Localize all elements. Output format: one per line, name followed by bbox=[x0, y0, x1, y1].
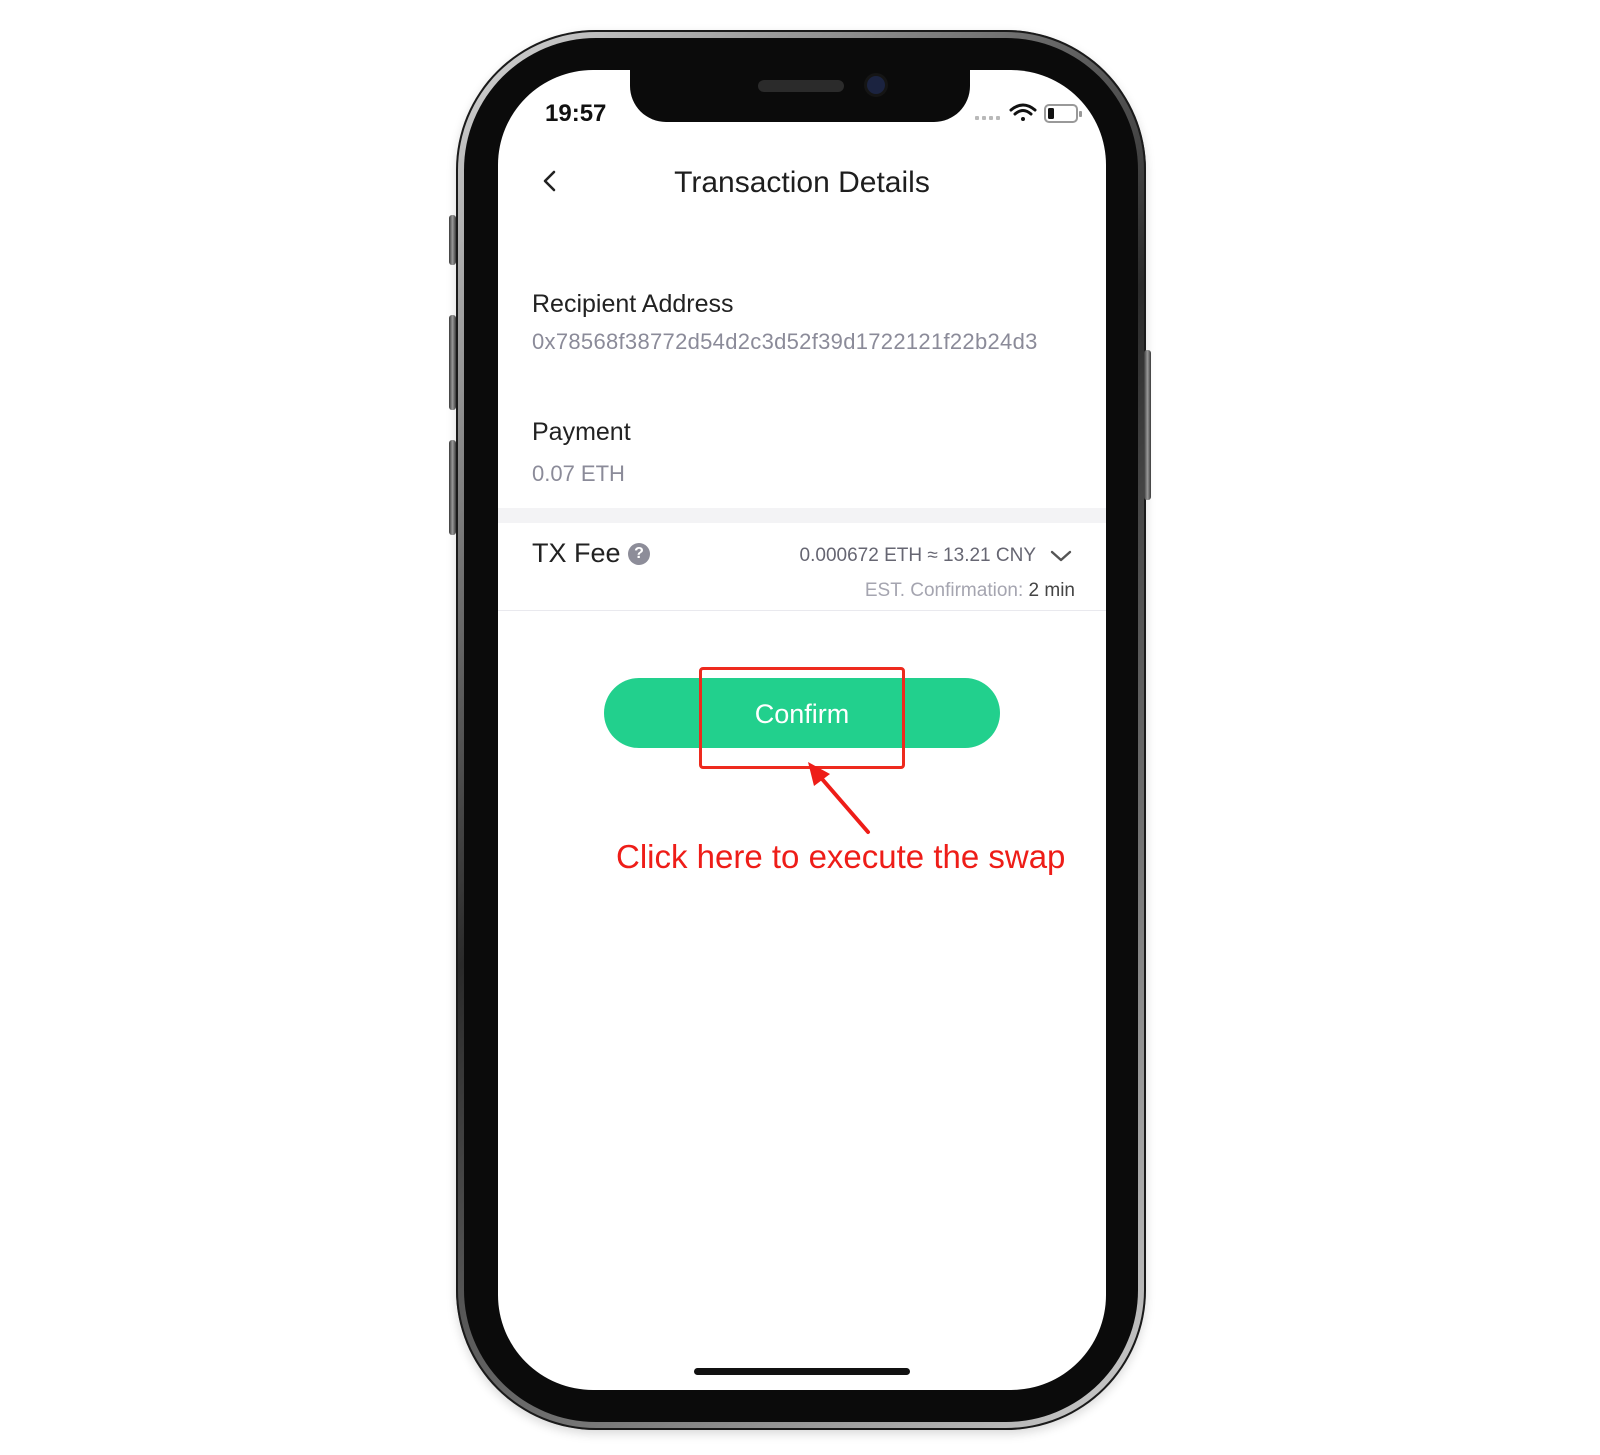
volume-down-button bbox=[449, 440, 456, 535]
power-button bbox=[1144, 350, 1151, 500]
tx-fee-amount: 0.000672 ETH ≈ 13.21 CNY bbox=[799, 545, 1036, 566]
payment-label: Payment bbox=[532, 418, 631, 446]
mute-switch bbox=[449, 215, 456, 265]
volume-up-button bbox=[449, 315, 456, 410]
front-camera bbox=[867, 76, 885, 94]
confirm-button[interactable]: Confirm bbox=[604, 678, 1000, 748]
payment-value: 0.07 ETH bbox=[532, 461, 625, 486]
question-circle-icon[interactable]: ? bbox=[628, 543, 650, 565]
screenshot-stage: 19:57 Transaction Details Recipient Addr… bbox=[0, 0, 1600, 1455]
home-indicator[interactable] bbox=[694, 1368, 910, 1375]
tx-fee-label: TX Fee bbox=[532, 538, 621, 568]
chevron-down-icon[interactable] bbox=[1049, 548, 1073, 564]
annotation-text: Click here to execute the swap bbox=[616, 838, 1066, 875]
recipient-address-value: 0x78568f38772d54d2c3d52f39d1722121f22b24… bbox=[532, 329, 1038, 354]
page-title: Transaction Details bbox=[674, 166, 930, 199]
battery-icon bbox=[1044, 104, 1082, 123]
status-time: 19:57 bbox=[545, 100, 607, 127]
section-separator bbox=[498, 508, 1106, 523]
recipient-address-label: Recipient Address bbox=[532, 290, 734, 318]
notch bbox=[630, 62, 970, 122]
divider bbox=[498, 610, 1106, 611]
back-chevron-left-icon[interactable] bbox=[535, 166, 565, 196]
est-confirmation-label: EST. Confirmation: bbox=[864, 580, 1024, 601]
status-icons bbox=[975, 103, 1082, 123]
earpiece-speaker bbox=[758, 80, 844, 92]
wifi-icon bbox=[1009, 103, 1037, 121]
est-confirmation-row: EST. Confirmation: 2 min bbox=[800, 580, 1075, 602]
annotation-arrow-icon bbox=[808, 762, 870, 834]
est-confirmation-value: 2 min bbox=[1028, 580, 1075, 601]
signal-icon bbox=[975, 116, 1000, 120]
